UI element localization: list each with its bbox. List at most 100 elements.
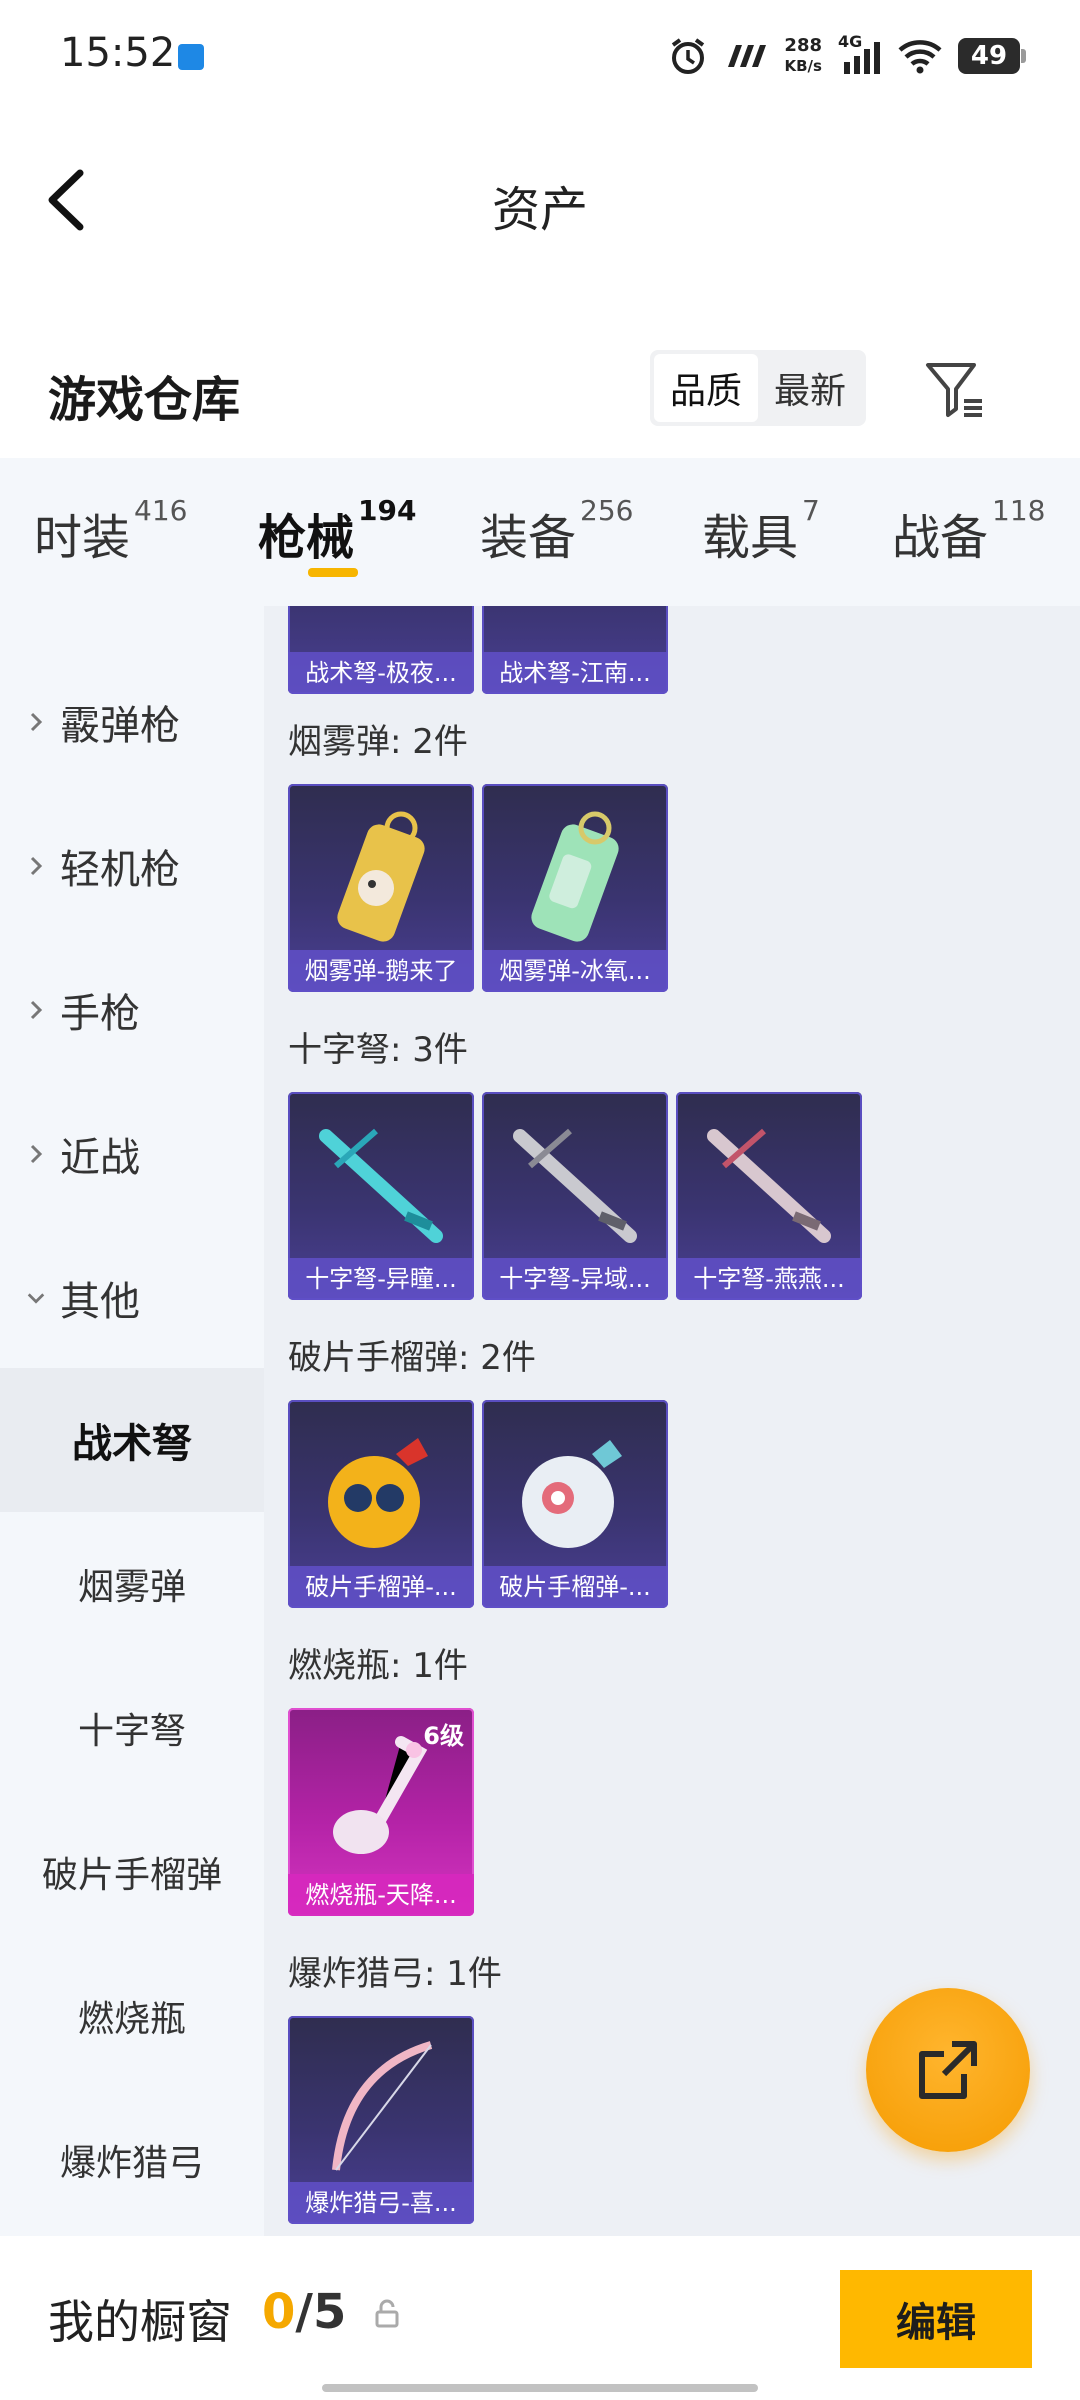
tab-fashion[interactable]: 时装 416 <box>34 494 187 568</box>
item-name: 爆炸猎弓-喜... <box>288 2182 474 2224</box>
filter-button[interactable] <box>920 355 990 425</box>
section-title: 爆炸猎弓: 1件 <box>288 1954 502 1994</box>
carrier-logo-icon <box>728 45 767 67</box>
lock-icon <box>375 2299 399 2328</box>
item-name: 破片手榴弹-... <box>482 1566 668 1608</box>
sidebar-sub-explosive-bow[interactable]: 爆炸猎弓 <box>0 2088 264 2232</box>
chevron-down-icon <box>26 1288 46 1308</box>
item-name: 十字弩-燕燕... <box>676 1258 862 1300</box>
sidebar-item-label: 轻机枪 <box>60 847 180 893</box>
item-card[interactable]: 烟雾弹-鹅来了 <box>288 784 474 992</box>
item-card[interactable]: 十字弩-燕燕... <box>676 1092 862 1300</box>
edit-button[interactable]: 编辑 <box>840 2270 1032 2368</box>
share-button[interactable] <box>866 1988 1030 2152</box>
crossbow-icon <box>707 1128 831 1243</box>
item-card[interactable]: 战术弩-极夜... <box>288 606 474 694</box>
item-card[interactable]: 十字弩-异域... <box>482 1092 668 1300</box>
category-tabs: 时装 416 枪械 194 装备 256 载具 7 战备 118 <box>0 458 1080 606</box>
showcase-count-current: 0 <box>262 2284 296 2340</box>
tab-count: 416 <box>134 494 188 527</box>
item-card[interactable]: 6级 燃烧瓶-天降... <box>288 1708 474 1916</box>
item-name: 烟雾弹-冰氧... <box>482 950 668 992</box>
item-name: 烟雾弹-鹅来了 <box>288 950 474 992</box>
tab-label: 战备 <box>892 510 989 566</box>
chevron-right-icon <box>26 712 46 732</box>
category-sidebar: 霰弹枪 轻机枪 手枪 近战 其他 战术弩 烟雾弹 十字弩 破片手榴弹 燃烧瓶 爆… <box>0 606 264 2236</box>
item-name: 破片手榴弹-... <box>288 1566 474 1608</box>
chevron-right-icon <box>26 1144 46 1164</box>
showcase-count-total: /5 <box>295 2284 347 2340</box>
crossbow-icon <box>319 1128 443 1243</box>
explosive-bow-icon <box>332 2041 433 2171</box>
sidebar-sub-molotov[interactable]: 燃烧瓶 <box>0 1944 264 2088</box>
sidebar-item-label: 霰弹枪 <box>60 703 180 749</box>
showcase-bar: 我的橱窗 0/5 编辑 <box>0 2236 1080 2400</box>
share-external-icon <box>919 2041 977 2099</box>
molotov-icon <box>333 1736 428 1854</box>
warehouse-title: 游戏仓库 <box>48 372 241 428</box>
tab-count: 7 <box>802 494 820 527</box>
section-title: 燃烧瓶: 1件 <box>288 1646 468 1686</box>
sidebar-item-label: 其他 <box>60 1279 140 1325</box>
frag-grenade-icon <box>522 1440 622 1548</box>
sidebar-sub-frag-grenade[interactable]: 破片手榴弹 <box>0 1800 264 1944</box>
item-card[interactable]: 爆炸猎弓-喜... <box>288 2016 474 2224</box>
battery-indicator: 49 <box>958 38 1026 74</box>
cell-signal: 4G <box>838 32 882 76</box>
smoke-grenade-icon <box>531 811 619 942</box>
active-tab-indicator <box>308 568 358 577</box>
tab-firearms[interactable]: 枪械 194 <box>258 494 416 568</box>
item-card[interactable]: 烟雾弹-冰氧... <box>482 784 668 992</box>
sidebar-item-other[interactable]: 其他 <box>0 1228 264 1368</box>
item-name: 燃烧瓶-天降... <box>288 1874 474 1916</box>
tab-label: 装备 <box>480 510 577 566</box>
tab-label: 枪械 <box>258 510 355 566</box>
sidebar-item-shotgun[interactable]: 霰弹枪 <box>0 652 264 792</box>
signal-icon <box>844 42 880 74</box>
tab-count: 118 <box>992 494 1046 527</box>
section-title: 十字弩: 3件 <box>288 1030 468 1070</box>
section-title: 烟雾弹: 2件 <box>288 722 468 762</box>
status-bar: 15:52 288 KB/s 4G 49 <box>0 0 1080 110</box>
sidebar-item-label: 手枪 <box>60 991 140 1037</box>
tab-equipment[interactable]: 装备 256 <box>480 494 633 568</box>
tab-supplies[interactable]: 战备 118 <box>892 494 1045 568</box>
home-indicator[interactable] <box>322 2384 758 2392</box>
net-speed: 288 KB/s <box>784 36 822 76</box>
tab-vehicles[interactable]: 载具 7 <box>702 494 820 568</box>
item-name: 十字弩-异域... <box>482 1258 668 1300</box>
alarm-icon <box>672 38 705 74</box>
net-speed-value: 288 <box>784 35 822 56</box>
crossbow-icon <box>513 1128 637 1243</box>
sidebar-item-label: 近战 <box>60 1135 140 1181</box>
sidebar-item-pistol[interactable]: 手枪 <box>0 940 264 1080</box>
sidebar-item-lmg[interactable]: 轻机枪 <box>0 796 264 936</box>
sidebar-sub-smoke-grenade[interactable]: 烟雾弹 <box>0 1512 264 1656</box>
showcase-label: 我的橱窗 <box>48 2295 232 2349</box>
item-card[interactable]: 十字弩-异瞳... <box>288 1092 474 1300</box>
app-header: 资产 <box>0 110 1080 290</box>
tab-label: 时装 <box>34 510 131 566</box>
sidebar-item-melee[interactable]: 近战 <box>0 1084 264 1224</box>
sidebar-sub-tactical-crossbow[interactable]: 战术弩 <box>0 1368 264 1512</box>
chevron-right-icon <box>26 856 46 876</box>
smoke-grenade-icon <box>337 811 425 942</box>
chevron-right-icon <box>26 1000 46 1020</box>
sidebar-sub-crossbow[interactable]: 十字弩 <box>0 1656 264 1800</box>
item-name: 十字弩-异瞳... <box>288 1258 474 1300</box>
item-card[interactable]: 战术弩-江南... <box>482 606 668 694</box>
sort-newest-button[interactable]: 最新 <box>758 354 862 422</box>
sort-quality-button[interactable]: 品质 <box>654 354 758 422</box>
wifi-icon <box>898 40 942 74</box>
item-name: 战术弩-极夜... <box>288 652 474 694</box>
filter-icon <box>926 363 982 417</box>
showcase-count: 0/5 <box>262 2284 346 2340</box>
sort-toggle: 品质 最新 <box>650 350 866 426</box>
status-time: 15:52 <box>60 30 176 76</box>
item-card[interactable]: 破片手榴弹-... <box>288 1400 474 1608</box>
app-notification-icon <box>178 44 204 70</box>
frag-grenade-icon <box>328 1438 428 1548</box>
item-card[interactable]: 破片手榴弹-... <box>482 1400 668 1608</box>
tab-label: 载具 <box>702 510 799 566</box>
tab-count: 256 <box>580 494 634 527</box>
